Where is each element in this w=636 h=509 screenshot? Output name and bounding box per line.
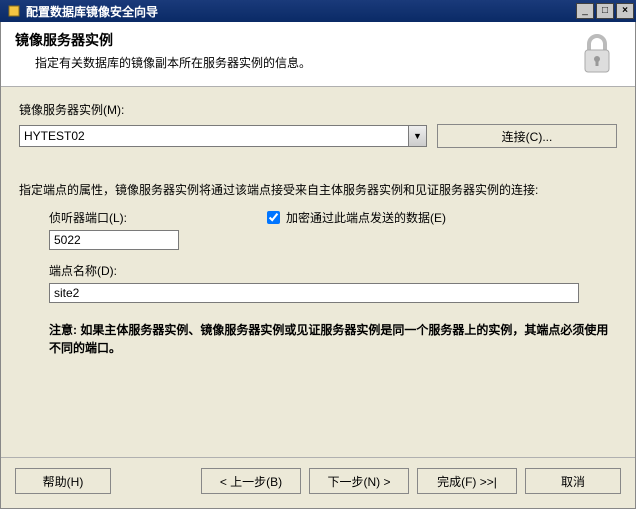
close-button[interactable]: ×: [616, 3, 634, 19]
wizard-content: 镜像服务器实例(M): ▼ 连接(C)... 指定端点的属性，镜像服务器实例将通…: [1, 87, 635, 457]
wizard-footer: 帮助(H) < 上一步(B) 下一步(N) > 完成(F) >>| 取消: [1, 457, 635, 508]
encrypt-label: 加密通过此端点发送的数据(E): [286, 209, 446, 226]
server-instance-combo[interactable]: ▼: [19, 125, 427, 147]
wizard-window: 镜像服务器实例 指定有关数据库的镜像副本所在服务器实例的信息。 镜像服务器实例(…: [0, 22, 636, 509]
endpoint-name-input[interactable]: [49, 283, 579, 303]
lock-icon: [573, 30, 621, 78]
finish-button[interactable]: 完成(F) >>|: [417, 468, 517, 494]
minimize-button[interactable]: _: [576, 3, 594, 19]
titlebar: 配置数据库镜像安全向导 _ □ ×: [0, 0, 636, 22]
page-subtitle: 指定有关数据库的镜像副本所在服务器实例的信息。: [15, 54, 573, 71]
listener-port-label: 侦听器端口(L):: [49, 209, 127, 226]
listener-port-input[interactable]: [49, 230, 179, 250]
maximize-button[interactable]: □: [596, 3, 614, 19]
help-button[interactable]: 帮助(H): [15, 468, 111, 494]
cancel-button[interactable]: 取消: [525, 468, 621, 494]
back-button[interactable]: < 上一步(B): [201, 468, 301, 494]
app-icon: [6, 3, 22, 19]
connect-button[interactable]: 连接(C)...: [437, 124, 617, 148]
server-instance-input[interactable]: [19, 125, 409, 147]
endpoint-note: 注意: 如果主体服务器实例、镜像服务器实例或见证服务器实例是同一个服务器上的实例…: [49, 321, 617, 357]
page-title: 镜像服务器实例: [15, 30, 573, 50]
endpoint-description: 指定端点的属性，镜像服务器实例将通过该端点接受来自主体服务器实例和见证服务器实例…: [19, 182, 617, 199]
window-controls: _ □ ×: [574, 3, 634, 19]
next-button[interactable]: 下一步(N) >: [309, 468, 409, 494]
chevron-down-icon[interactable]: ▼: [409, 125, 427, 147]
server-instance-label: 镜像服务器实例(M):: [19, 101, 617, 118]
encrypt-checkbox[interactable]: [267, 211, 280, 224]
endpoint-name-label: 端点名称(D):: [49, 262, 617, 279]
wizard-header: 镜像服务器实例 指定有关数据库的镜像副本所在服务器实例的信息。: [1, 22, 635, 87]
window-title: 配置数据库镜像安全向导: [26, 3, 574, 20]
